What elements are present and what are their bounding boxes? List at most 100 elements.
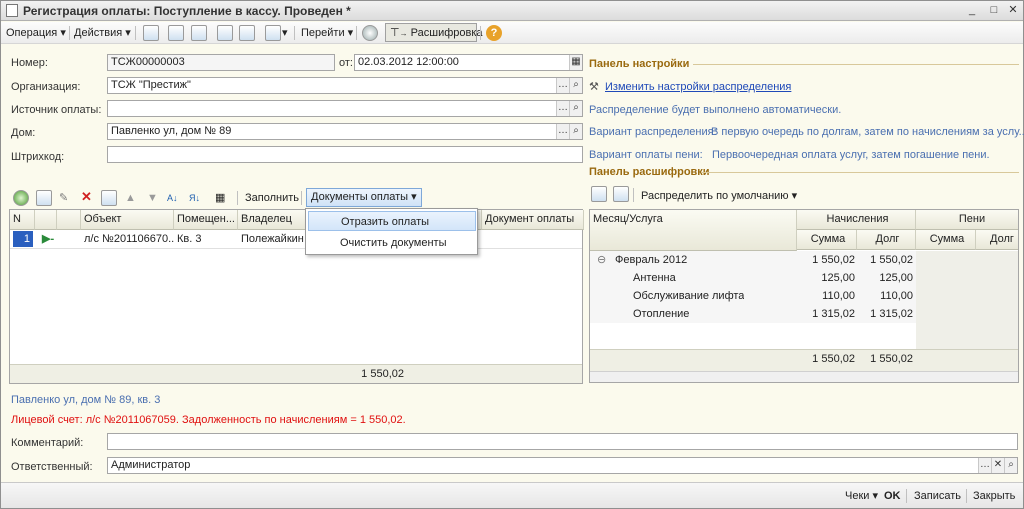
- change-settings-link[interactable]: Изменить настройки распределения: [605, 81, 791, 93]
- service-row-name: Антенна: [633, 272, 676, 284]
- add-icon[interactable]: [13, 190, 29, 206]
- clear-icon[interactable]: ✕: [991, 458, 1004, 473]
- calendar-icon[interactable]: ▦: [569, 55, 582, 70]
- payment-docs-menu[interactable]: Документы оплаты ▾: [306, 188, 422, 207]
- print-icon[interactable]: [239, 25, 255, 41]
- house-field[interactable]: Павленко ул, дом № 89 … ⌕: [107, 123, 583, 140]
- expand-icon[interactable]: [591, 186, 607, 202]
- separator: [294, 26, 295, 40]
- end-edit-icon[interactable]: [101, 190, 117, 206]
- save-button[interactable]: Записать: [914, 488, 961, 504]
- house-label: Дом:: [11, 127, 36, 139]
- open-search-icon[interactable]: ⌕: [569, 124, 582, 139]
- select-icon[interactable]: …: [978, 458, 991, 473]
- col-pen-debt: Долг: [976, 230, 1018, 250]
- collapse-icon[interactable]: [613, 186, 629, 202]
- source-field[interactable]: … ⌕: [107, 100, 583, 117]
- payments-table[interactable]: N Объект Помещен... Владелец Документ оп…: [9, 209, 584, 384]
- select-icon[interactable]: …: [556, 78, 569, 93]
- clear-documents-item[interactable]: Очистить документы: [308, 233, 476, 253]
- responsible-field[interactable]: Администратор … ✕ ⌕: [107, 457, 1018, 474]
- select-icon[interactable]: …: [556, 101, 569, 116]
- variant-value[interactable]: В первую очередь по долгам, затем по нач…: [711, 126, 1024, 138]
- copy-icon[interactable]: [191, 25, 207, 41]
- title-bar: Регистрация оплаты: Поступление в кассу.…: [1, 1, 1023, 21]
- separator: [301, 191, 302, 205]
- operation-label: Операция: [6, 27, 58, 39]
- separator: [237, 191, 238, 205]
- responsible-label: Ответственный:: [11, 461, 93, 473]
- sort-asc-icon[interactable]: A↓: [167, 190, 178, 206]
- house-value: Павленко ул, дом № 89: [111, 125, 232, 137]
- col-icon: [35, 210, 57, 230]
- open-search-icon[interactable]: ⌕: [1004, 458, 1017, 473]
- actions-menu[interactable]: Действия ▾: [74, 25, 131, 41]
- date-label: от:: [339, 57, 353, 69]
- edit-icon[interactable]: ✎: [59, 190, 68, 206]
- auto-distribution-text: Распределение будет выполнено автоматиче…: [589, 104, 842, 116]
- ok-button[interactable]: OK: [884, 488, 901, 504]
- reflect-payments-item[interactable]: Отразить оплаты: [308, 211, 476, 231]
- separator: [633, 188, 634, 202]
- source-label: Источник оплаты:: [11, 104, 102, 116]
- distribute-default-menu[interactable]: Распределить по умолчанию ▾: [641, 188, 797, 204]
- table-row[interactable]: 1 ▶- л/с №201106670... Кв. 3 Полежайкин …: [10, 231, 582, 249]
- maximize-button[interactable]: □: [985, 3, 1003, 18]
- delete-icon[interactable]: ✕: [81, 189, 92, 205]
- close-window-button[interactable]: ✕: [1004, 3, 1022, 18]
- close-button[interactable]: Закрыть: [973, 488, 1015, 504]
- copy-row-icon[interactable]: [36, 190, 52, 206]
- post-icon[interactable]: [143, 25, 159, 41]
- group-row-debt: 1 550,02: [870, 254, 913, 266]
- col-mark: [57, 210, 81, 230]
- settings-gear-icon[interactable]: [362, 25, 378, 41]
- col-accruals: Начисления: [797, 210, 916, 230]
- org-value: ТСЖ "Престиж": [111, 79, 191, 91]
- move-down-icon[interactable]: ▼: [147, 190, 158, 206]
- sort-desc-icon[interactable]: Я↓: [189, 190, 200, 206]
- collapse-tree-icon[interactable]: ⊖: [594, 252, 606, 270]
- open-search-icon[interactable]: ⌕: [569, 101, 582, 116]
- col-room: Помещен...: [174, 210, 238, 230]
- select-icon[interactable]: …: [556, 124, 569, 139]
- col-month-service: Месяц/Услуга: [590, 210, 797, 251]
- date-field[interactable]: 02.03.2012 12:00:00 ▦: [354, 54, 583, 71]
- hammer-icon: ⚒: [589, 81, 599, 93]
- org-label: Организация:: [11, 81, 81, 93]
- comment-field[interactable]: [107, 433, 1018, 450]
- goto-menu[interactable]: Перейти ▾: [301, 25, 353, 41]
- open-search-icon[interactable]: ⌕: [569, 78, 582, 93]
- penalty-value[interactable]: Первоочередная оплата услуг, затем погаш…: [712, 149, 990, 161]
- operation-menu[interactable]: Операция ▾: [6, 25, 66, 41]
- separator: [69, 26, 70, 40]
- separator: [966, 489, 967, 503]
- checks-menu[interactable]: Чеки ▾: [845, 488, 878, 504]
- help-icon[interactable]: ?: [486, 25, 502, 41]
- structure-icon[interactable]: [217, 25, 233, 41]
- fill-button[interactable]: Заполнить: [245, 190, 299, 206]
- group-row-name: Февраль 2012: [615, 254, 688, 266]
- move-up-icon[interactable]: ▲: [125, 190, 136, 206]
- number-field[interactable]: ТСЖ00000003: [107, 54, 335, 71]
- document-window: Регистрация оплаты: Поступление в кассу.…: [0, 0, 1024, 509]
- distribute-label: Распределить по умолчанию: [641, 190, 789, 202]
- barcode-icon[interactable]: ▦: [215, 190, 225, 206]
- total-debt: 1 550,02: [870, 353, 913, 365]
- col-debt: Долг: [857, 230, 916, 250]
- decode-table[interactable]: Месяц/Услуга Начисления Пени Сумма Долг …: [589, 209, 1019, 383]
- horizontal-scrollbar[interactable]: [590, 371, 1018, 382]
- actions-label: Действия: [74, 27, 123, 39]
- minimize-button[interactable]: _: [963, 3, 981, 18]
- org-field[interactable]: ТСЖ "Престиж" … ⌕: [107, 77, 583, 94]
- col-payment-doc: Документ оплаты: [482, 210, 584, 230]
- account-info: Лицевой счет: л/с №2011067059. Задолженн…: [11, 414, 406, 426]
- barcode-label: Штрихкод:: [11, 151, 65, 163]
- refresh-icon[interactable]: [168, 25, 184, 41]
- service-row-name: Обслуживание лифта: [633, 290, 745, 302]
- goto-arrow-icon[interactable]: ▾: [282, 25, 288, 41]
- decode-panel-title: Панель расшифровки: [589, 166, 710, 178]
- decode-button[interactable]: ⊤→ Расшифровка: [385, 23, 483, 42]
- separator: [906, 489, 907, 503]
- goto-icon[interactable]: [265, 25, 281, 41]
- barcode-field[interactable]: [107, 146, 583, 163]
